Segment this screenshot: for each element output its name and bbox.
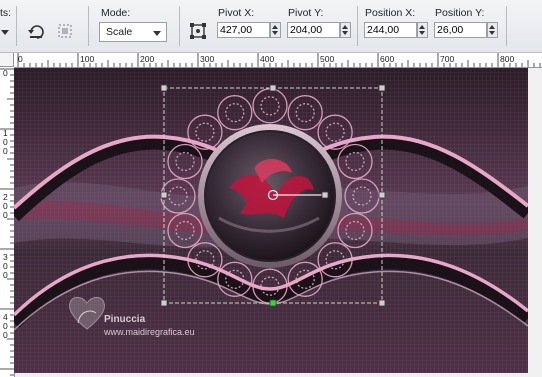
vertical-ruler[interactable]: 0 100 200 300 400 — [0, 67, 15, 377]
ruler-label: 100 — [80, 54, 95, 64]
spin-up-icon — [272, 25, 278, 29]
spin-down-icon — [419, 31, 425, 35]
watermark-url: www.maidiregrafica.eu — [104, 327, 195, 337]
horizontal-ruler[interactable]: 0 100 200 300 400 500 600 700 800 — [14, 53, 542, 68]
ruler-label: 300 — [200, 54, 215, 64]
toolbar-separator — [16, 6, 17, 46]
ruler-label: 100 — [3, 128, 8, 156]
chevron-down-icon — [153, 31, 161, 36]
image-canvas[interactable]: Pinuccia www.maidiregrafica.eu — [9, 68, 533, 373]
ruler-label: 200 — [140, 54, 155, 64]
pivot-crosshair-icon — [190, 23, 206, 39]
chevron-down-icon — [1, 30, 9, 35]
spin-down-icon — [489, 31, 495, 35]
position-x-spinner[interactable] — [417, 22, 428, 38]
position-y-input[interactable] — [435, 23, 486, 37]
toolbar-separator — [357, 6, 358, 46]
tool-options-toolbar: ts: Mode: Scale Pivot X: Pivo — [0, 0, 542, 53]
pivot-x-field[interactable] — [217, 22, 270, 38]
ruler-label: 400 — [260, 54, 275, 64]
ruler-corner — [0, 53, 14, 67]
selection-to-object-button[interactable] — [54, 20, 76, 42]
spin-up-icon — [489, 25, 495, 29]
position-y-field[interactable] — [434, 22, 487, 38]
pivot-x-input[interactable] — [218, 23, 269, 37]
ruler-label: 0 — [3, 68, 8, 78]
position-x-field[interactable] — [364, 22, 417, 38]
watermark-name: Pinuccia — [104, 314, 146, 325]
spin-up-icon — [342, 25, 348, 29]
spin-down-icon — [342, 31, 348, 35]
ruler-label: 800 — [500, 54, 515, 64]
position-y-spinner[interactable] — [487, 22, 498, 38]
toolbar-separator — [179, 6, 180, 46]
ruler-label: 200 — [3, 192, 8, 220]
ruler-label: 600 — [380, 54, 395, 64]
toolbar-separator — [506, 6, 507, 46]
pivot-y-label: Pivot Y: — [288, 7, 324, 19]
position-y-label: Position Y: — [435, 7, 485, 19]
pivot-y-input[interactable] — [288, 23, 339, 37]
mode-select-value: Scale — [106, 26, 133, 38]
ruler-label: 0 — [18, 54, 23, 64]
ruler-label: 700 — [440, 54, 455, 64]
position-x-input[interactable] — [365, 23, 416, 37]
ruler-label: 400 — [3, 312, 8, 340]
reset-rectangle-button[interactable] — [25, 20, 47, 42]
pivot-y-field[interactable] — [287, 22, 340, 38]
pivot-x-spinner[interactable] — [270, 22, 281, 38]
watermark: Pinuccia www.maidiregrafica.eu — [66, 293, 195, 343]
ruler-label: 300 — [3, 252, 8, 280]
reset-arrow-icon — [28, 25, 44, 39]
position-x-label: Position X: — [365, 7, 416, 19]
toolbar-separator — [88, 6, 89, 46]
pivot-y-spinner[interactable] — [340, 22, 351, 38]
presets-label: ts: — [0, 7, 12, 19]
pivot-point-button[interactable] — [187, 20, 209, 42]
spin-up-icon — [419, 25, 425, 29]
spin-down-icon — [272, 31, 278, 35]
presets-dropdown-arrow[interactable] — [0, 22, 10, 44]
mode-select[interactable]: Scale — [99, 22, 167, 42]
dashed-square-icon — [58, 24, 72, 38]
heart-logo-icon — [69, 296, 105, 330]
mode-label: Mode: — [101, 7, 131, 19]
pivot-x-label: Pivot X: — [218, 7, 255, 19]
ruler-label: 500 — [320, 54, 335, 64]
